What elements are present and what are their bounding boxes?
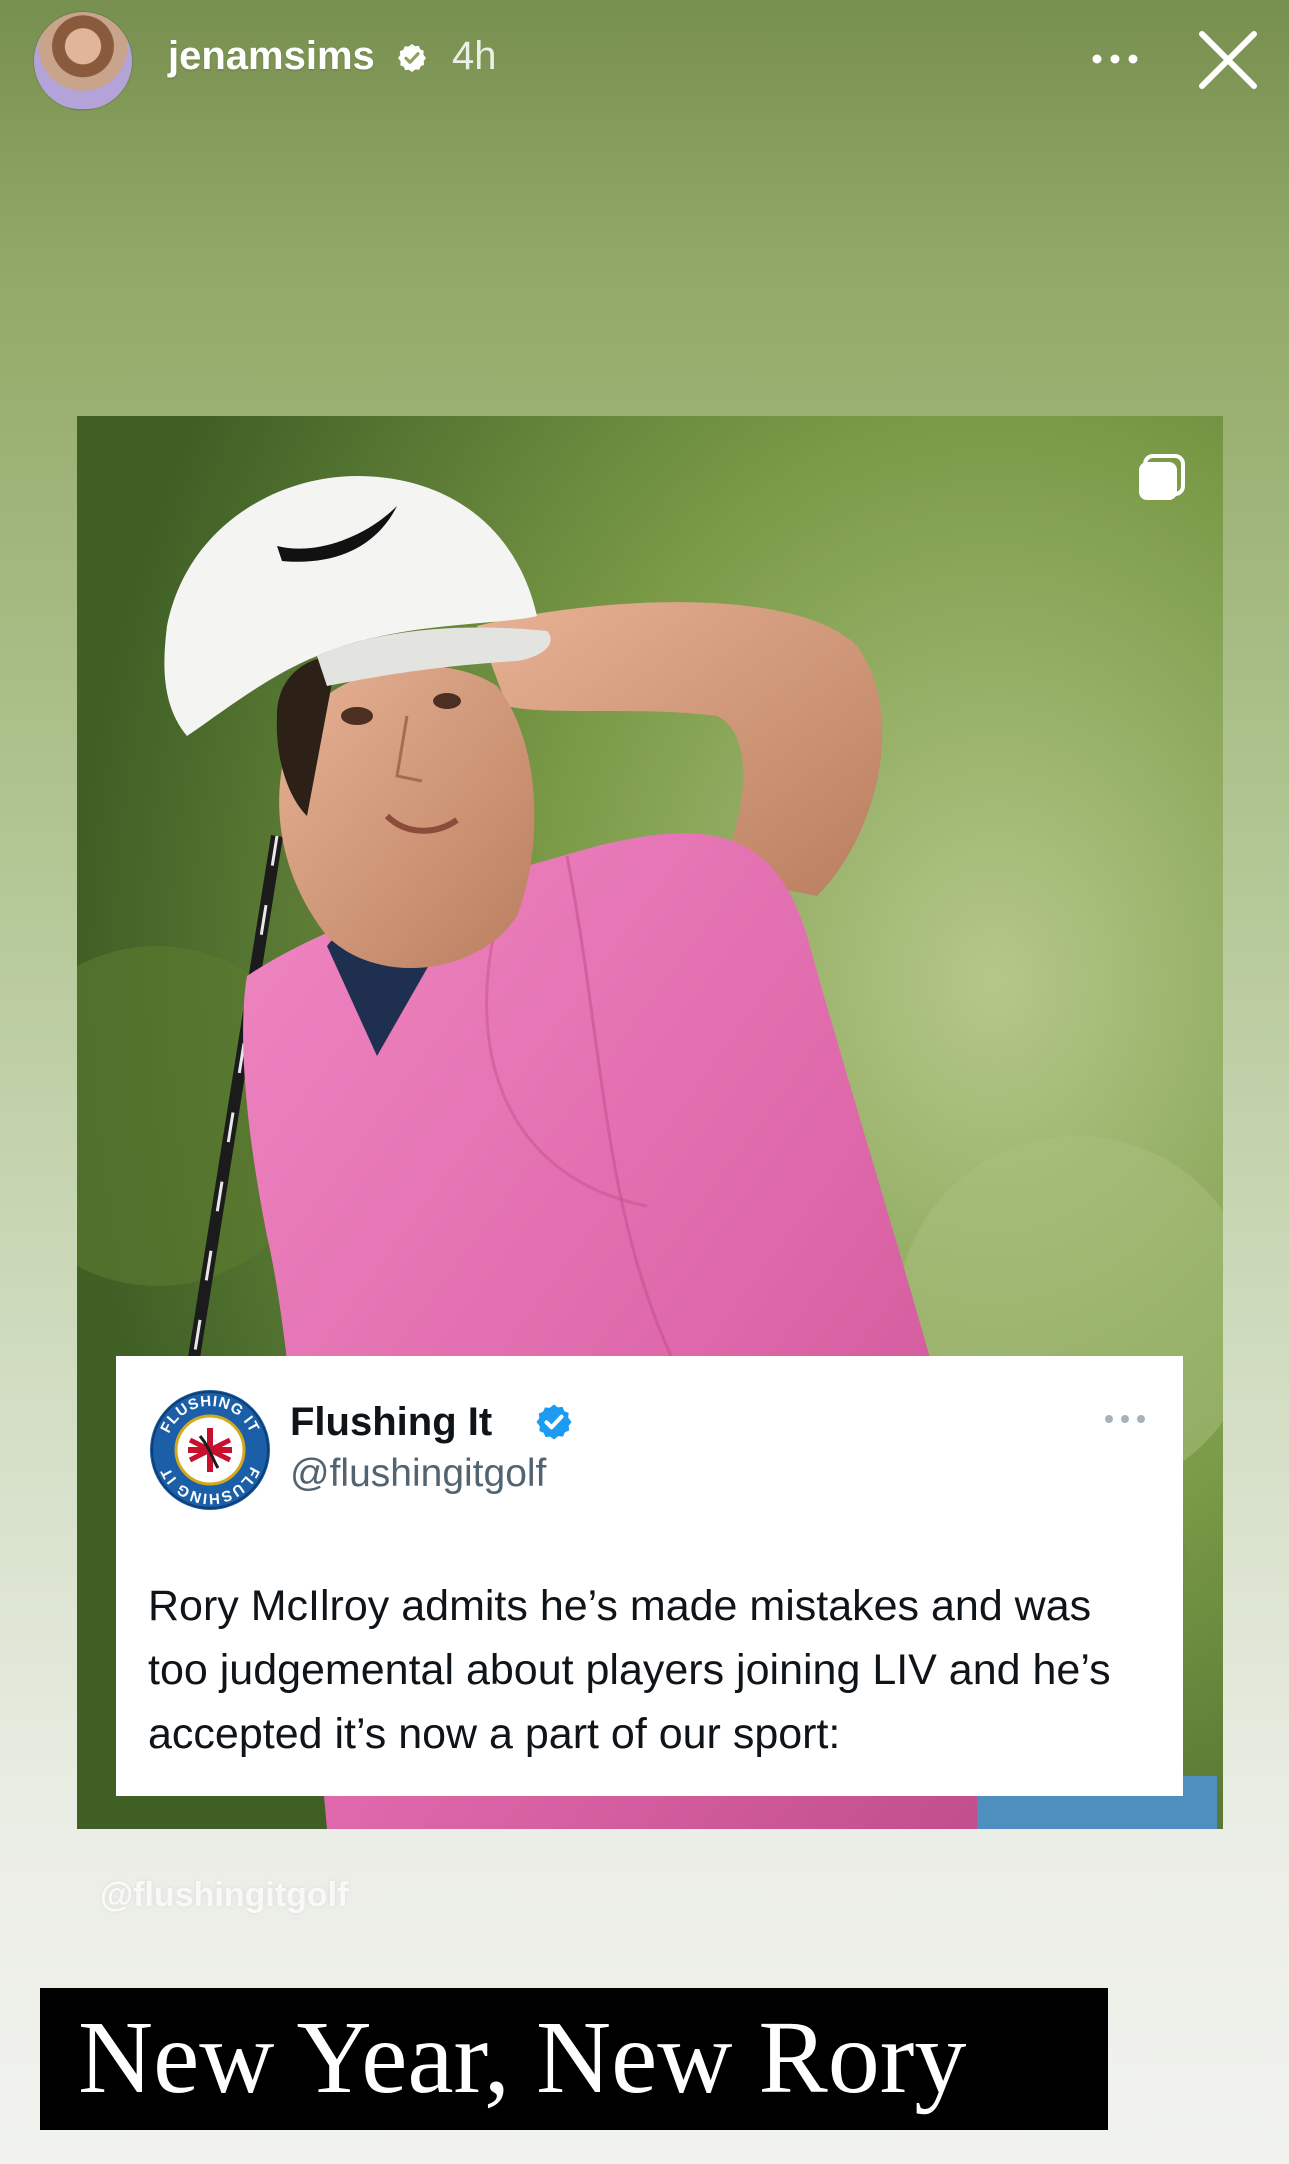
tweet-author-name[interactable]: Flushing It (290, 1400, 492, 1445)
tweet-author-handle[interactable]: @flushingitgolf (290, 1452, 546, 1496)
mention-sticker[interactable]: @flushingitgolf (100, 1876, 348, 1915)
tweet-text: Rory McIlroy admits he’s made mistakes a… (148, 1582, 1111, 1758)
more-horizontal-icon[interactable] (1085, 40, 1145, 78)
verified-badge-icon (536, 1404, 572, 1440)
tweet-card[interactable]: FLUSHING IT FLUSHING IT Flushing It @flu… (116, 1356, 1183, 1796)
verified-badge-icon (398, 44, 426, 72)
more-horizontal-icon[interactable] (1103, 1412, 1147, 1426)
flushing-it-logo: FLUSHING IT FLUSHING IT (150, 1390, 270, 1510)
story-time: 4h (452, 34, 497, 78)
caption-text: New Year, New Rory (78, 2000, 967, 2115)
close-icon[interactable] (1196, 28, 1260, 92)
carousel-icon (1139, 454, 1185, 500)
story-header: jenamsims 4h (0, 0, 1289, 120)
story-username[interactable]: jenamsims (168, 34, 375, 79)
avatar[interactable] (34, 12, 132, 110)
caption-box: New Year, New Rory (40, 1988, 1108, 2130)
shared-post[interactable]: FLUSHING IT FLUSHING IT Flushing It @flu… (77, 416, 1223, 1829)
